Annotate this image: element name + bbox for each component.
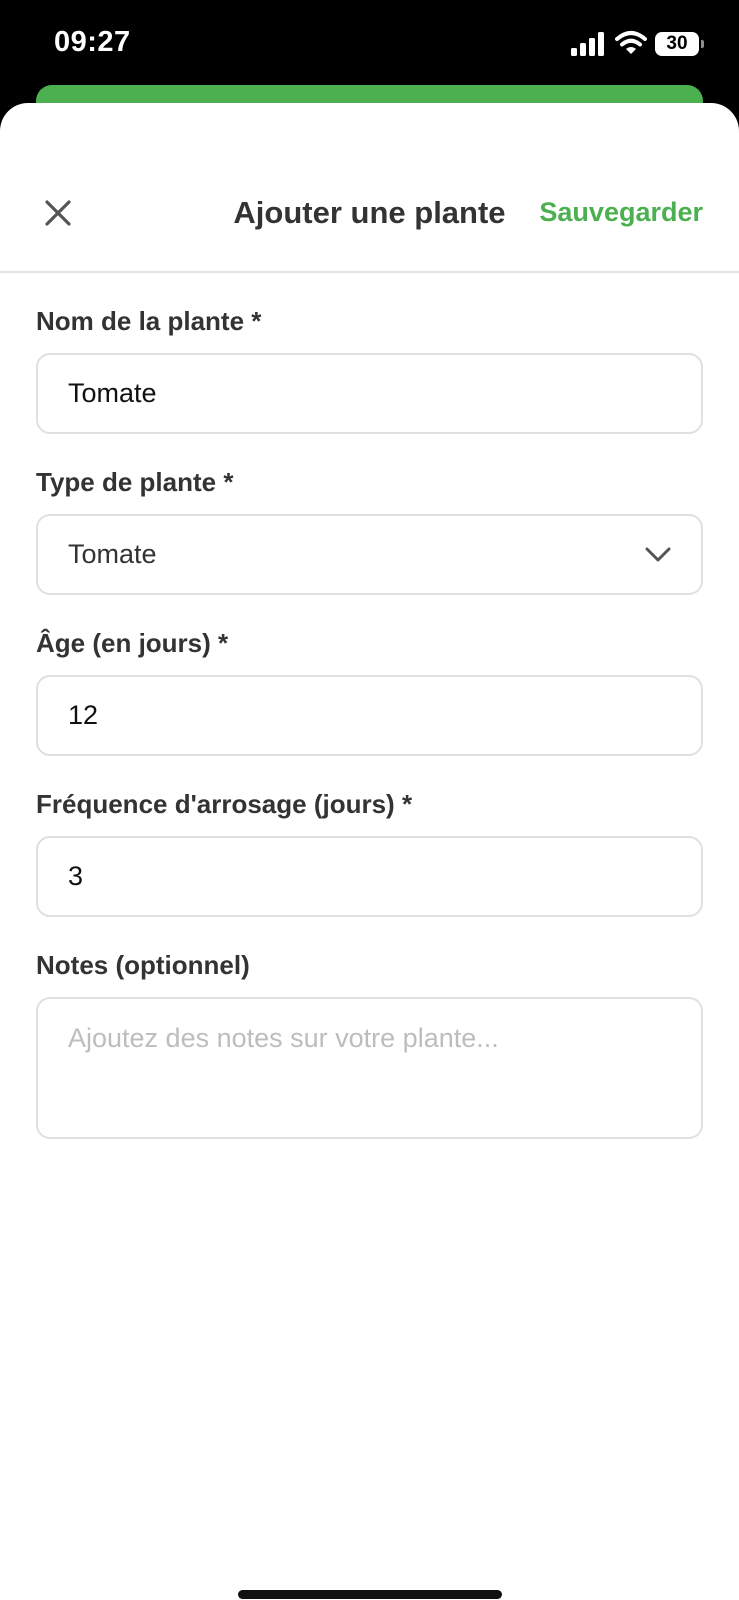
signal-icon: [571, 32, 604, 56]
notes-label: Notes (optionnel): [36, 950, 250, 980]
chevron-down-icon: [645, 547, 671, 561]
plant-type-label: Type de plante *: [36, 467, 234, 497]
add-plant-form: Nom de la plante * Tomate Type de plante…: [36, 273, 703, 1139]
add-plant-sheet: Ajouter une plante Sauvegarder Nom de la…: [0, 103, 739, 1600]
wifi-icon: [615, 31, 647, 54]
plant-name-label: Nom de la plante *: [36, 306, 262, 336]
watering-frequency-input[interactable]: 3: [36, 836, 703, 917]
notes-placeholder: Ajoutez des notes sur votre plante...: [68, 1023, 499, 1053]
plant-type-select[interactable]: Tomate: [36, 514, 703, 595]
plant-name-input[interactable]: Tomate: [36, 353, 703, 434]
plant-type-value: Tomate: [68, 539, 157, 569]
home-indicator: [238, 1590, 502, 1599]
battery-cap: [701, 40, 704, 48]
plant-age-label: Âge (en jours) *: [36, 628, 229, 658]
battery-icon: 30: [655, 32, 699, 56]
sheet-header: Ajouter une plante Sauvegarder: [0, 103, 739, 273]
status-time: 09:27: [54, 26, 131, 58]
watering-frequency-label: Fréquence d'arrosage (jours) *: [36, 789, 413, 819]
plant-age-input[interactable]: 12: [36, 675, 703, 756]
status-bar: 09:27 30: [0, 0, 739, 90]
save-button[interactable]: Sauvegarder: [539, 197, 703, 228]
status-icons: 30: [571, 30, 711, 58]
notes-textarea[interactable]: Ajoutez des notes sur votre plante...: [36, 997, 703, 1139]
